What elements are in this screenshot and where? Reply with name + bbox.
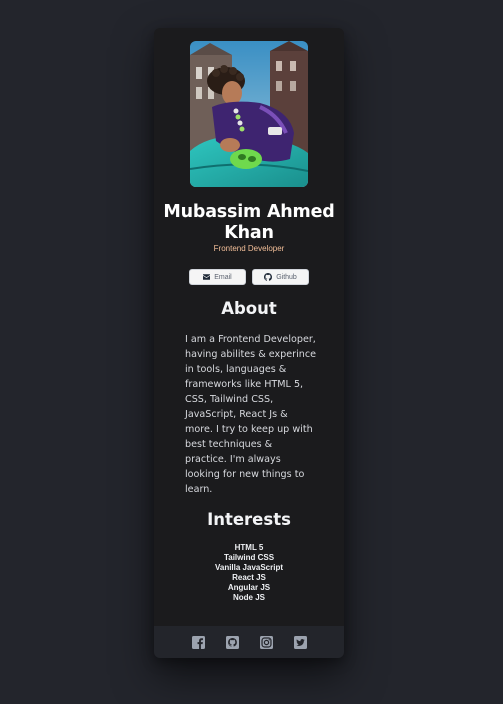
interest-item: Angular JS — [227, 583, 271, 592]
instagram-icon[interactable] — [259, 635, 273, 649]
about-text: I am a Frontend Developer, having abilit… — [185, 334, 317, 495]
about-heading: About — [221, 299, 277, 318]
interests-list: HTML 5 Tailwind CSS Vanilla JavaScript R… — [154, 543, 344, 603]
interest-item: React JS — [232, 573, 266, 582]
profile-photo — [190, 41, 308, 187]
github-button[interactable]: Github — [252, 269, 309, 285]
interest-item: Node JS — [232, 593, 265, 602]
interest-item: Vanilla JavaScript — [214, 563, 284, 572]
email-button-label: Email — [214, 273, 232, 281]
github-icon[interactable] — [225, 635, 239, 649]
email-button[interactable]: Email — [189, 269, 246, 285]
envelope-icon — [203, 274, 211, 280]
interests-heading: Interests — [207, 510, 291, 529]
interest-item: HTML 5 — [234, 543, 264, 552]
twitter-icon[interactable] — [293, 635, 307, 649]
social-footer — [154, 626, 344, 658]
profile-card: Mubassim Ahmed Khan Frontend Developer E… — [154, 28, 344, 658]
profile-role: Frontend Developer — [213, 244, 285, 253]
github-button-label: Github — [276, 273, 297, 281]
interest-item: Tailwind CSS — [223, 553, 275, 562]
github-icon — [264, 273, 273, 281]
profile-name: Mubassim Ahmed Khan — [163, 202, 335, 243]
facebook-icon[interactable] — [191, 635, 205, 649]
